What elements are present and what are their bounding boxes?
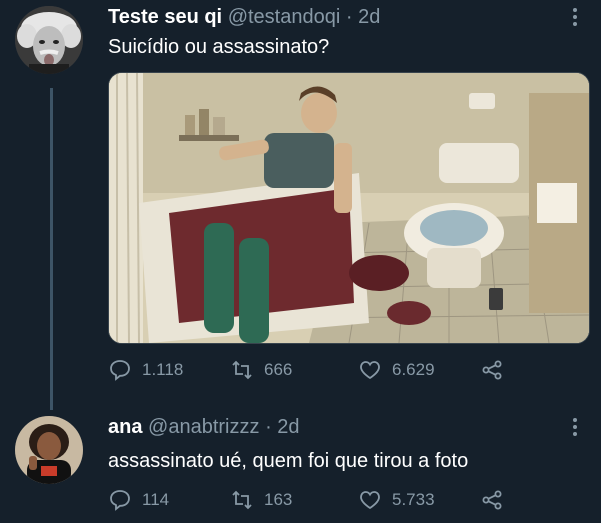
- share-icon: [482, 490, 502, 510]
- avatar-image: [15, 416, 83, 484]
- tweet-actions: 1.118 666 6.629: [108, 356, 528, 384]
- timestamp[interactable]: 2d: [277, 416, 299, 438]
- reply-icon: [110, 490, 130, 511]
- tweet-actions: 114 163 5.733: [108, 486, 528, 514]
- retweet-icon: [232, 490, 252, 510]
- separator-dot: ·: [265, 416, 272, 438]
- tweet-header: ana @anabtrizzz · 2d: [108, 416, 300, 439]
- like-button[interactable]: 6.629: [358, 356, 435, 384]
- reply-count: 114: [142, 490, 170, 509]
- like-button[interactable]: 5.733: [358, 486, 435, 514]
- retweet-button[interactable]: 666: [230, 356, 292, 384]
- share-icon: [482, 360, 502, 380]
- share-button[interactable]: [480, 356, 504, 384]
- display-name[interactable]: ana: [108, 416, 142, 438]
- avatar[interactable]: [15, 6, 83, 74]
- like-count: 5.733: [392, 490, 435, 509]
- tweet-text: assassinato ué, quem foi que tirou a fot…: [108, 450, 469, 472]
- timestamp[interactable]: 2d: [358, 6, 380, 28]
- heart-icon: [360, 491, 380, 510]
- tweet-header: Teste seu qi @testandoqi · 2d: [108, 6, 380, 29]
- avatar[interactable]: [15, 416, 83, 484]
- user-handle[interactable]: @anabtrizzz: [148, 416, 259, 438]
- bathroom-illustration: [109, 73, 589, 343]
- reply-icon: [110, 360, 130, 381]
- thread-connector-line: [50, 88, 53, 410]
- tweet-media-image[interactable]: [108, 72, 590, 344]
- retweet-button[interactable]: 163: [230, 486, 292, 514]
- separator-dot: ·: [345, 6, 353, 28]
- reply-count: 1.118: [142, 360, 184, 379]
- avatar-image: [15, 6, 83, 74]
- reply-button[interactable]: 114: [108, 486, 169, 514]
- tweet-text: Suicídio ou assassinato?: [108, 36, 330, 58]
- retweet-count: 163: [264, 490, 293, 509]
- more-icon[interactable]: [573, 8, 577, 26]
- share-button[interactable]: [480, 486, 504, 514]
- retweet-icon: [232, 360, 252, 380]
- heart-icon: [360, 361, 380, 380]
- more-icon[interactable]: [573, 418, 577, 436]
- user-handle[interactable]: @testandoqi: [228, 6, 341, 28]
- retweet-count: 666: [264, 360, 293, 379]
- like-count: 6.629: [392, 360, 435, 379]
- reply-button[interactable]: 1.118: [108, 356, 183, 384]
- display-name[interactable]: Teste seu qi: [108, 6, 222, 28]
